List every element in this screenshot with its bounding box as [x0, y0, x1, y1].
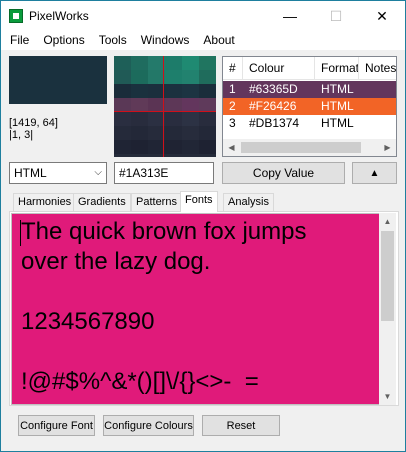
magnifier-pixel: [114, 140, 131, 154]
magnifier-pixel: [199, 140, 216, 154]
magnifier-pixel: [114, 70, 131, 84]
crosshair-vertical: [163, 56, 164, 157]
table-horizontal-scrollbar[interactable]: ◀ ▶: [223, 139, 396, 156]
magnifier-pixel: [131, 140, 148, 154]
menu-tools[interactable]: Tools: [99, 31, 127, 50]
magnifier-pixel: [199, 126, 216, 140]
magnifier-pixel: [182, 98, 199, 112]
magnifier-pixel: [165, 112, 182, 126]
row-colour: #63365D: [249, 82, 298, 96]
magnifier-pixel: [165, 70, 182, 84]
column-header-number[interactable]: #: [223, 57, 243, 80]
row-format: HTML: [321, 99, 354, 113]
magnifier-pixel: [182, 84, 199, 98]
magnifier-pixel: [182, 140, 199, 154]
preview-vertical-scrollbar[interactable]: ▲ ▼: [379, 213, 396, 405]
format-dropdown[interactable]: HTML ⌵: [9, 162, 107, 184]
tab-patterns[interactable]: Patterns: [131, 193, 182, 211]
row-colour: #DB1374: [249, 116, 300, 130]
magnifier-pixel: [131, 126, 148, 140]
magnifier-pixel: [165, 140, 182, 154]
magnifier-pixel: [114, 98, 131, 112]
row-number: 2: [229, 99, 236, 113]
magnifier-pixel: [165, 56, 182, 70]
font-preview-area[interactable]: The quick brown fox jumps over the lazy …: [11, 213, 381, 405]
row-colour: #F26426: [249, 99, 297, 113]
current-colour-swatch: [9, 56, 107, 104]
format-dropdown-value: HTML: [14, 166, 47, 180]
table-row[interactable]: 1 #63365D HTML: [223, 81, 396, 98]
close-button[interactable]: ✕: [359, 1, 405, 31]
magnifier-pixel: [131, 112, 148, 126]
menu-bar: File Options Tools Windows About: [1, 31, 405, 50]
magnifier-pixel: [165, 126, 182, 140]
hex-value-field[interactable]: #1A313E: [114, 162, 214, 184]
title-bar[interactable]: PixelWorks — ☐ ✕: [1, 1, 405, 31]
app-window: PixelWorks — ☐ ✕ File Options Tools Wind…: [0, 0, 406, 452]
magnifier-pixel: [114, 56, 131, 70]
magnifier-pixel: [182, 112, 199, 126]
menu-about[interactable]: About: [203, 31, 234, 50]
cursor-cell: |1, 3|: [9, 129, 34, 141]
magnifier-pixel: [182, 126, 199, 140]
configure-font-button[interactable]: Configure Font: [18, 415, 95, 436]
magnifier-pixel: [165, 98, 182, 112]
reset-button[interactable]: Reset: [202, 415, 280, 436]
colour-table[interactable]: # Colour Format Notes 1 #63365D HTML 2 #…: [222, 56, 397, 157]
window-title: PixelWorks: [29, 9, 89, 23]
tab-gradients[interactable]: Gradients: [73, 193, 131, 211]
magnifier-pixel: [114, 126, 131, 140]
move-up-button[interactable]: ▲: [352, 162, 397, 184]
tab-analysis[interactable]: Analysis: [223, 193, 274, 211]
magnifier-pixel: [199, 84, 216, 98]
magnifier-pixel: [199, 56, 216, 70]
tab-fonts[interactable]: Fonts: [180, 191, 218, 212]
magnifier-pixel: [131, 84, 148, 98]
maximize-button[interactable]: ☐: [313, 1, 359, 31]
menu-file[interactable]: File: [10, 31, 29, 50]
cursor-readout: [1419, 64] |1, 3|: [9, 117, 58, 141]
chevron-down-icon: ⌵: [94, 167, 102, 178]
cursor-position: [1419, 64]: [9, 117, 58, 129]
tab-harmonies[interactable]: Harmonies: [13, 193, 77, 211]
magnifier-pixel: [114, 112, 131, 126]
app-logo-icon: [9, 9, 23, 23]
magnifier-pixel: [114, 84, 131, 98]
row-format: HTML: [321, 116, 354, 130]
scrollbar-thumb[interactable]: [381, 231, 394, 321]
table-row[interactable]: 2 #F26426 HTML: [223, 98, 396, 115]
magnifier-pixel: [182, 56, 199, 70]
minimize-button[interactable]: —: [267, 1, 313, 31]
magnifier-view[interactable]: [114, 56, 216, 157]
magnifier-pixel: [165, 84, 182, 98]
scroll-up-icon[interactable]: ▲: [379, 213, 396, 230]
magnifier-pixel: [131, 56, 148, 70]
column-header-notes[interactable]: Notes: [359, 57, 396, 80]
magnifier-pixel: [199, 112, 216, 126]
magnifier-pixel: [182, 70, 199, 84]
magnifier-pixel: [199, 98, 216, 112]
row-format: HTML: [321, 82, 354, 96]
column-header-format[interactable]: Format: [315, 57, 359, 80]
magnifier-pixel: [131, 70, 148, 84]
scroll-down-icon[interactable]: ▼: [379, 388, 396, 405]
colour-table-header: # Colour Format Notes: [223, 57, 396, 80]
magnifier-pixel: [199, 70, 216, 84]
scroll-right-icon[interactable]: ▶: [379, 139, 396, 156]
scroll-left-icon[interactable]: ◀: [223, 139, 240, 156]
column-header-colour[interactable]: Colour: [243, 57, 315, 80]
scrollbar-thumb[interactable]: [241, 142, 361, 153]
crosshair-horizontal: [114, 111, 216, 112]
row-number: 1: [229, 82, 236, 96]
menu-windows[interactable]: Windows: [141, 31, 190, 50]
configure-colours-button[interactable]: Configure Colours: [103, 415, 194, 436]
menu-options[interactable]: Options: [43, 31, 84, 50]
row-number: 3: [229, 116, 236, 130]
magnifier-pixel: [131, 98, 148, 112]
font-preview-text: The quick brown fox jumps over the lazy …: [21, 218, 307, 395]
copy-value-button[interactable]: Copy Value: [222, 162, 345, 184]
table-row[interactable]: 3 #DB1374 HTML: [223, 115, 396, 132]
